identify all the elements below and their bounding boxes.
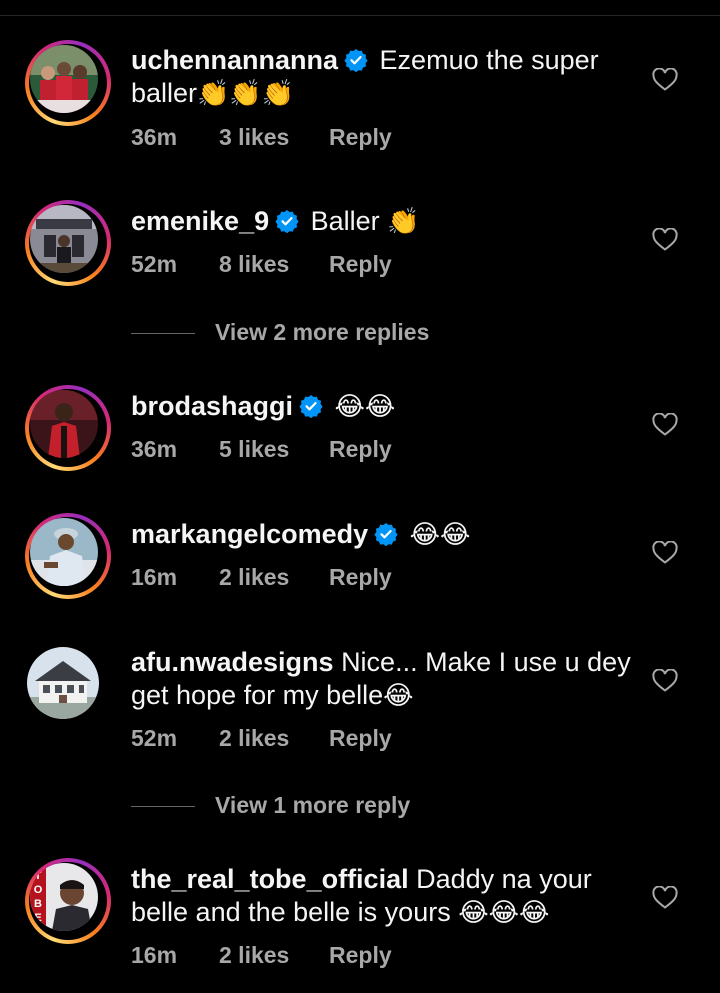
- comment-likes[interactable]: 2 likes: [219, 725, 289, 752]
- comment-username[interactable]: emenike_9: [131, 206, 269, 236]
- avatar-image: [30, 45, 98, 113]
- comment-username[interactable]: markangelcomedy: [131, 519, 368, 549]
- like-button[interactable]: [652, 886, 678, 910]
- heart-outline-icon: [652, 669, 678, 692]
- comment-emoji: 👏👏👏: [197, 79, 295, 109]
- comment-text: afu.nwadesigns Nice... Make I use u dey g…: [131, 646, 631, 713]
- comment-emoji: 😂😂: [334, 392, 396, 422]
- comment-likes[interactable]: 2 likes: [219, 564, 289, 591]
- reply-button[interactable]: Reply: [329, 564, 392, 591]
- comment-text: markangelcomedy 😂😂: [131, 518, 631, 552]
- comment-body: Daddy na your: [416, 864, 592, 894]
- heart-outline-icon: [652, 886, 678, 909]
- verified-badge-icon: [344, 49, 368, 72]
- avatar-logo-letter: T: [35, 870, 42, 882]
- verified-badge-icon: [299, 395, 323, 418]
- comment-likes[interactable]: 2 likes: [219, 942, 289, 969]
- comment-likes[interactable]: 5 likes: [219, 436, 289, 463]
- like-button[interactable]: [652, 541, 678, 565]
- comment-meta: 52m 2 likes Reply: [131, 725, 392, 752]
- comment-meta: 36m 3 likes Reply: [131, 124, 392, 151]
- heart-outline-icon: [652, 541, 678, 564]
- avatar-image: [27, 647, 99, 719]
- comment-meta: 16m 2 likes Reply: [131, 564, 392, 591]
- comment-likes[interactable]: 3 likes: [219, 124, 289, 151]
- top-divider: [0, 15, 720, 16]
- avatar-image: [30, 518, 98, 586]
- comment-time: 52m: [131, 251, 178, 277]
- avatar[interactable]: [25, 645, 111, 731]
- comment-time: 52m: [131, 725, 178, 751]
- view-more-replies-label: View 1 more reply: [215, 792, 411, 818]
- comment-emoji: 😂😂😂: [458, 898, 550, 928]
- like-button[interactable]: [652, 669, 678, 693]
- avatar-image: [30, 390, 98, 458]
- comment-body: Ezemuo the super: [379, 45, 599, 75]
- avatar-logo-letter: B: [34, 898, 42, 910]
- heart-outline-icon: [652, 68, 678, 91]
- comment-time: 16m: [131, 564, 178, 590]
- comment-meta: 16m 2 likes Reply: [131, 942, 392, 969]
- comment-emoji: 😂: [383, 681, 414, 711]
- comment-text: uchennannanna Ezemuo the super baller👏👏👏: [131, 44, 631, 111]
- comment-body-line2: get hope for my belle: [131, 680, 384, 710]
- reply-button[interactable]: Reply: [329, 942, 392, 969]
- avatar-image: T O B E: [30, 863, 98, 931]
- comment-body-line2: baller: [131, 78, 198, 108]
- comment-emoji: 👏: [387, 207, 420, 237]
- comment-text: the_real_tobe_official Daddy na your bell…: [131, 863, 631, 930]
- avatar-image: [30, 205, 98, 273]
- comment-likes[interactable]: 8 likes: [219, 251, 289, 278]
- comment-username[interactable]: afu.nwadesigns: [131, 647, 334, 677]
- comment-meta: 36m 5 likes Reply: [131, 436, 392, 463]
- comment-body: Nice... Make I use u dey: [341, 647, 631, 677]
- comment-text: emenike_9 Baller 👏: [131, 205, 631, 239]
- view-more-replies-label: View 2 more replies: [215, 319, 430, 345]
- comment-time: 36m: [131, 436, 178, 462]
- comment-text: brodashaggi 😂😂: [131, 390, 631, 424]
- comment-body: Baller: [310, 206, 380, 236]
- like-button[interactable]: [652, 68, 678, 92]
- comment-meta: 52m 8 likes Reply: [131, 251, 392, 278]
- comment-username[interactable]: the_real_tobe_official: [131, 864, 409, 894]
- avatar[interactable]: T O B E: [25, 858, 111, 944]
- verified-badge-icon: [275, 210, 299, 233]
- reply-button[interactable]: Reply: [329, 725, 392, 752]
- verified-badge-icon: [374, 523, 398, 546]
- like-button[interactable]: [652, 413, 678, 437]
- avatar-logo-letter: O: [34, 884, 43, 896]
- divider-line: [131, 806, 195, 807]
- avatar[interactable]: [25, 40, 111, 126]
- heart-outline-icon: [652, 228, 678, 251]
- reply-button[interactable]: Reply: [329, 251, 392, 278]
- comment-body-line2: belle and the belle is yours: [131, 897, 451, 927]
- avatar[interactable]: [25, 513, 111, 599]
- like-button[interactable]: [652, 228, 678, 252]
- avatar[interactable]: [25, 385, 111, 471]
- avatar[interactable]: [25, 200, 111, 286]
- comment-emoji: 😂😂: [409, 520, 471, 550]
- heart-outline-icon: [652, 413, 678, 436]
- reply-button[interactable]: Reply: [329, 124, 392, 151]
- comment-username[interactable]: brodashaggi: [131, 391, 293, 421]
- divider-line: [131, 333, 195, 334]
- comment-username[interactable]: uchennannanna: [131, 45, 338, 75]
- comment-time: 36m: [131, 124, 178, 150]
- reply-button[interactable]: Reply: [329, 436, 392, 463]
- comment-time: 16m: [131, 942, 178, 968]
